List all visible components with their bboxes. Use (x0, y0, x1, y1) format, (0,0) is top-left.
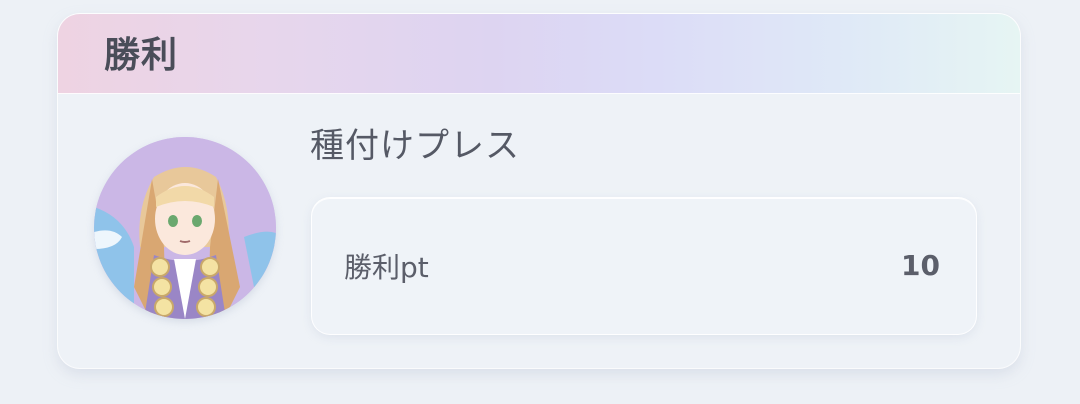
victory-card: 勝利 種付けプレス 勝利pt 10 (58, 14, 1020, 368)
card-title: 勝利 (104, 35, 179, 76)
stat-row: 勝利pt 10 (312, 198, 976, 334)
card-header: 勝利 (58, 14, 1020, 94)
stat-value: 10 (901, 249, 940, 282)
character-portrait-icon (94, 137, 276, 319)
move-name: 種付けプレス (310, 126, 520, 166)
stat-label: 勝利pt (344, 251, 429, 284)
